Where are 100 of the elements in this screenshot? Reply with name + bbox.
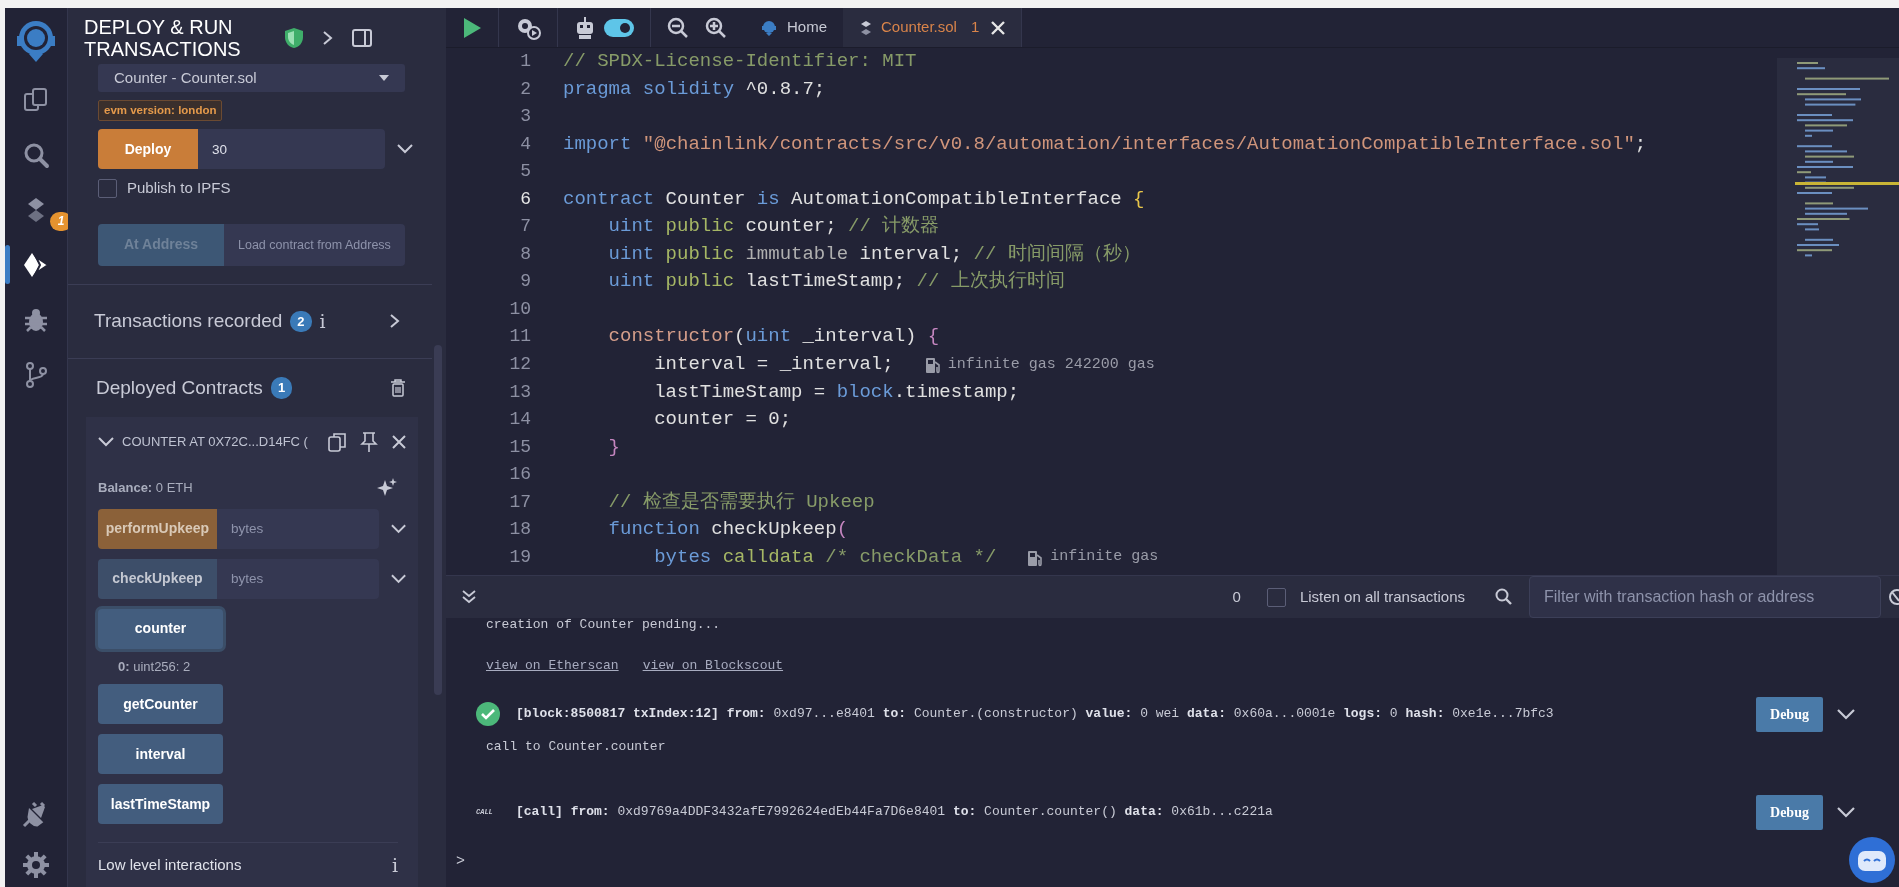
checkbox[interactable] — [98, 179, 117, 198]
code-line: contract Counter is AutomationCompatibleInterface { — [563, 186, 1145, 212]
function-button[interactable]: counter — [98, 608, 223, 649]
constructor-input-field[interactable]: 30 — [198, 129, 385, 170]
checkbox-label: Publish to IPFS — [127, 178, 231, 199]
line-number: 5 — [519, 160, 532, 184]
argument-input-field[interactable]: bytes — [216, 508, 379, 549]
trash-icon[interactable] — [390, 378, 406, 397]
settings-icon[interactable] — [22, 851, 50, 879]
pending-count: 0 — [1232, 586, 1241, 607]
evm-version-badge: evm version: london — [98, 100, 223, 122]
chevron-down-icon[interactable] — [397, 144, 413, 155]
chevron-down-icon[interactable] — [1837, 708, 1855, 720]
chevron-down-icon[interactable] — [390, 573, 406, 584]
line-number: 12 — [508, 353, 532, 376]
argument-input-field[interactable]: bytes — [216, 558, 379, 599]
code-line: lastTimeStamp = block.timestamp; — [653, 379, 1020, 405]
close-icon[interactable] — [991, 20, 1006, 35]
close-icon[interactable] — [392, 434, 406, 449]
code-line: import "@chainlink/contracts/src/v0.8/automation/interfaces/AutomationCompatibleInterface.sol"; — [563, 131, 1647, 157]
checkbox[interactable] — [1266, 587, 1286, 607]
code-line: uint public immutable interval; // 时间间隔（秒） — [607, 241, 1141, 267]
section-title: Transactions recorded — [94, 309, 283, 334]
chevron-down-icon[interactable] — [98, 436, 114, 447]
home-logo-icon — [759, 18, 779, 37]
line-number: 7 — [519, 215, 532, 239]
link[interactable]: view on Blockscout — [642, 656, 784, 676]
function-button[interactable]: checkUpkeep — [98, 558, 217, 599]
assistant-bot-icon[interactable] — [1849, 837, 1895, 883]
debug-button[interactable]: Debug — [1756, 794, 1823, 830]
log-text: call to Counter.counter — [486, 738, 667, 756]
link[interactable]: view on Etherscan — [486, 656, 619, 676]
robot-icon[interactable] — [574, 15, 596, 40]
line-number: 18 — [508, 518, 532, 542]
line-number: 17 — [508, 490, 532, 514]
code-line: counter = 0; — [653, 407, 792, 433]
toggle-switch[interactable] — [604, 18, 634, 37]
function-button[interactable]: getCounter — [98, 684, 223, 724]
section-title: Low level interactions — [98, 854, 242, 875]
function-button[interactable]: lastTimeStamp — [98, 784, 223, 824]
code-line: constructor(uint _interval) { — [607, 324, 940, 350]
code-line: // 检查是否需要执行 Upkeep — [607, 489, 875, 515]
editor-tab[interactable]: Home — [743, 8, 843, 47]
count-badge: 2 — [290, 310, 312, 333]
checkbox-label: Listen on all transactions — [1299, 586, 1465, 607]
line-number: 11 — [508, 325, 532, 349]
line-number: 16 — [508, 463, 532, 487]
section-title: Deployed Contracts — [96, 375, 263, 400]
contract-select[interactable]: Counter - Counter.sol — [98, 64, 405, 92]
info-icon[interactable]: i — [391, 850, 398, 880]
debug-button[interactable]: Debug — [1756, 696, 1823, 732]
line-number: 14 — [508, 408, 532, 432]
prompt: > — [456, 851, 466, 872]
function-button[interactable]: interval — [98, 734, 223, 774]
code-line: bytes calldata /* checkData */ — [653, 544, 997, 570]
pin-icon[interactable] — [360, 431, 378, 452]
code-line: function checkUpkeep( — [607, 517, 849, 543]
files-icon[interactable] — [22, 85, 50, 114]
run-icon[interactable] — [462, 16, 482, 39]
gas-estimate-text: infinite gas — [1050, 547, 1159, 568]
editor-tab[interactable]: Counter.sol 1 — [843, 8, 1023, 47]
count-badge: 1 — [270, 377, 293, 399]
gas-estimate-text: infinite gas 242200 gas — [947, 354, 1155, 375]
filter-input-field[interactable]: Filter with transaction hash or address — [1529, 576, 1881, 618]
code-line: uint public counter; // 计数器 — [607, 214, 940, 240]
line-number: 19 — [508, 545, 532, 569]
line-number: 4 — [519, 132, 532, 156]
line-number: 8 — [519, 242, 532, 266]
info-icon[interactable]: i — [319, 307, 326, 336]
line-number: 3 — [519, 105, 532, 129]
chevron-down-icon[interactable] — [390, 523, 406, 534]
balance-text: Balance: 0 ETH — [98, 478, 193, 497]
search-icon[interactable] — [1495, 588, 1513, 606]
result-text: 0: uint256: 2 — [118, 657, 192, 676]
gas-pump-icon — [923, 355, 942, 374]
zoom-in-icon[interactable] — [705, 16, 727, 39]
code-line: // SPDX-License-Identifier: MIT — [563, 49, 917, 74]
copy-icon[interactable] — [328, 431, 346, 452]
chevron-down-icon[interactable] — [1837, 806, 1855, 818]
zoom-out-icon[interactable] — [667, 16, 689, 39]
panel-title: DEPLOY & RUN TRANSACTIONS — [84, 16, 242, 60]
code-line: interval = _interval; — [653, 352, 894, 377]
line-number: 6 — [519, 187, 532, 211]
chevron-right-icon[interactable] — [322, 30, 334, 46]
gas-pump-icon — [1026, 548, 1045, 567]
line-number: 15 — [508, 435, 532, 459]
shield-icon — [284, 27, 304, 49]
code-line: pragma solidity ^0.8.7; — [563, 76, 826, 102]
caret-icon — [379, 75, 389, 81]
log-text: creation of Counter pending... — [486, 616, 722, 634]
line-number: 13 — [508, 380, 532, 404]
success-check-icon — [476, 702, 500, 726]
code-line: } — [607, 434, 620, 460]
line-number: 1 — [519, 50, 532, 73]
panel-toggle-icon[interactable] — [352, 29, 372, 47]
clear-icon[interactable] — [1887, 588, 1899, 606]
chevron-right-icon[interactable] — [389, 313, 401, 330]
collapse-icon[interactable] — [462, 590, 476, 604]
line-number: 2 — [519, 77, 532, 101]
log-entry: [call] from: 0xd9769a4DDF3432afE7992624edEb44Fa7D6e8401 to: Counter.counter() data: 0x61b...c221a — [516, 803, 1273, 822]
